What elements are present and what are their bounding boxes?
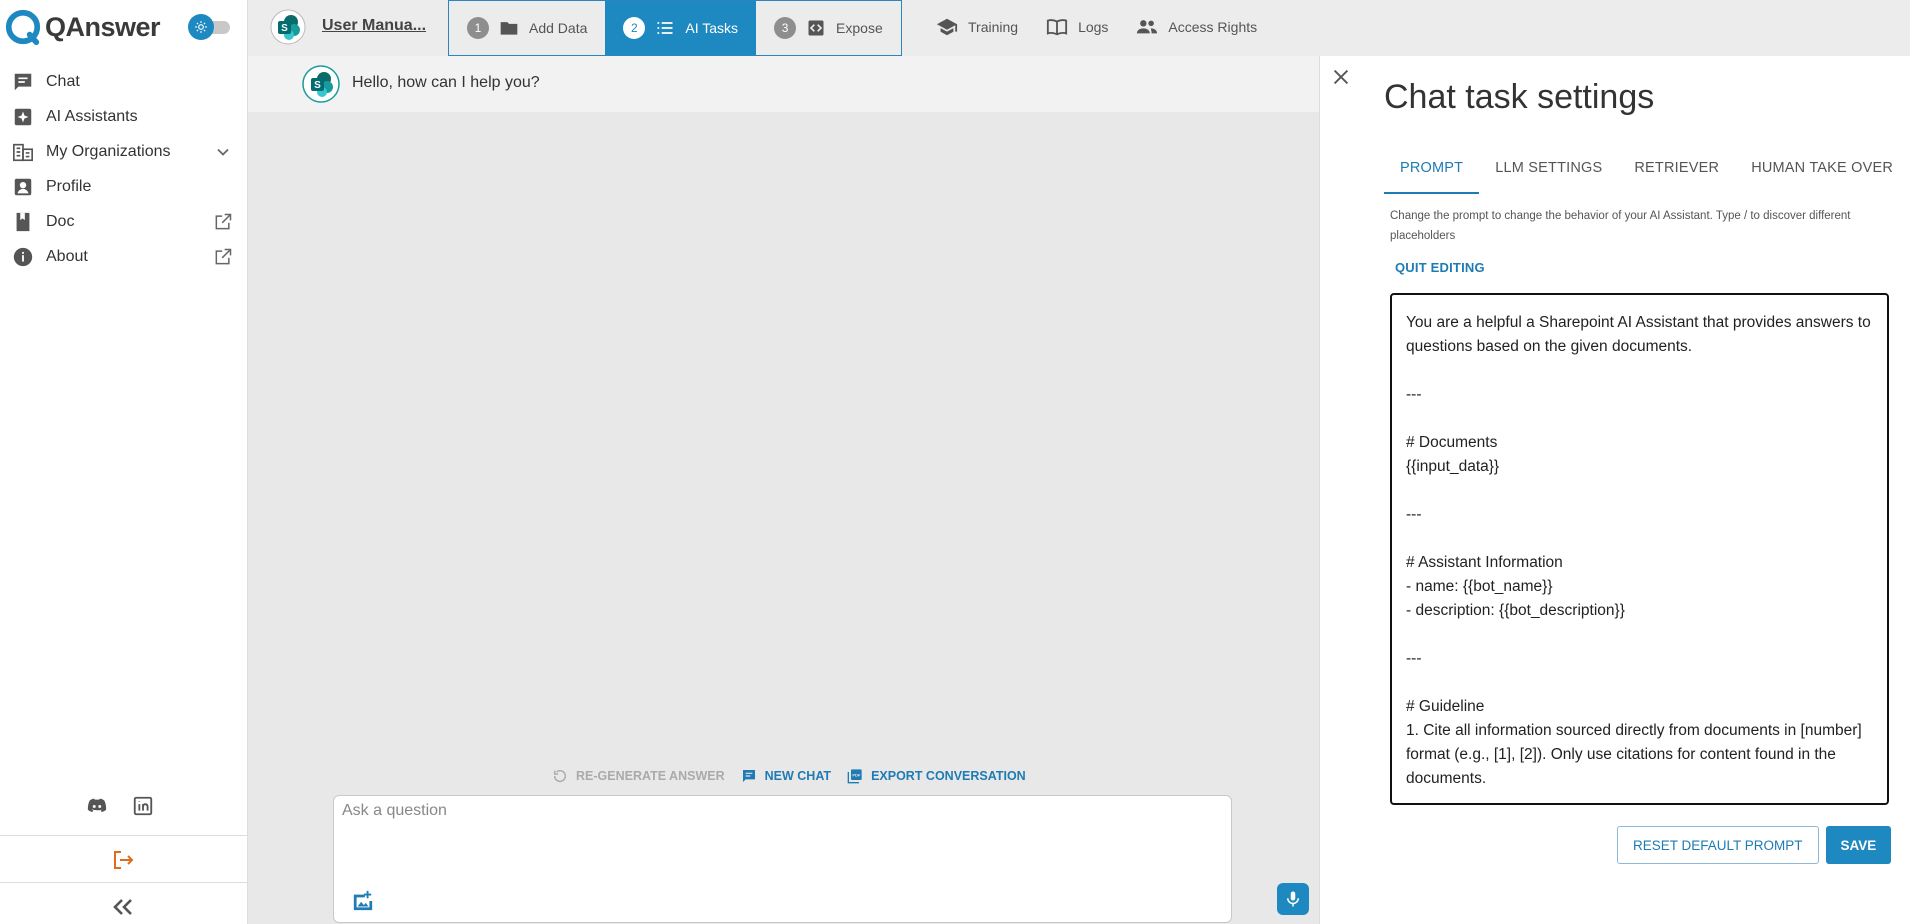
bot-name-link[interactable]: User Manua... bbox=[322, 17, 426, 35]
theme-toggle[interactable] bbox=[188, 14, 232, 40]
sidebar-item-label: Profile bbox=[46, 177, 92, 195]
chat-icon bbox=[741, 768, 757, 784]
microphone-icon bbox=[1284, 890, 1302, 908]
tab-training[interactable]: Training bbox=[922, 0, 1032, 54]
tab-label: Training bbox=[968, 19, 1019, 35]
sidebar-item-label: Doc bbox=[46, 212, 75, 230]
sidebar-divider bbox=[0, 882, 247, 883]
tab-human-take-over[interactable]: HUMAN TAKE OVER bbox=[1735, 156, 1909, 194]
tab-access-rights[interactable]: Access Rights bbox=[1122, 0, 1271, 54]
microphone-button[interactable] bbox=[1277, 883, 1309, 915]
regenerate-label: RE-GENERATE ANSWER bbox=[576, 769, 725, 783]
top-bar: S User Manua... 1 Add Data 2 AI Tasks 3 … bbox=[248, 0, 1910, 56]
step-add-data[interactable]: 1 Add Data bbox=[449, 1, 605, 55]
pdf-icon: PDF bbox=[847, 768, 863, 784]
tab-label: Access Rights bbox=[1168, 19, 1258, 35]
reset-default-prompt-button[interactable]: RESET DEFAULT PROMPT bbox=[1617, 826, 1819, 864]
sidebar-nav: Chat AI Assistants My Organizations Prof… bbox=[0, 64, 247, 274]
sidebar-item-label: AI Assistants bbox=[46, 107, 138, 125]
sidebar-divider bbox=[0, 835, 247, 836]
sidebar-item-profile[interactable]: Profile bbox=[0, 169, 247, 204]
new-chat-button[interactable]: NEW CHAT bbox=[741, 768, 831, 784]
qanswer-logo-icon bbox=[5, 9, 41, 46]
tab-prompt[interactable]: PROMPT bbox=[1384, 156, 1480, 194]
sidebar-item-about[interactable]: About bbox=[0, 239, 247, 274]
discord-icon[interactable] bbox=[86, 795, 108, 817]
social-links bbox=[86, 795, 154, 817]
step-label: Add Data bbox=[529, 20, 588, 36]
profile-icon bbox=[12, 176, 34, 198]
svg-text:S: S bbox=[314, 80, 321, 91]
linkedin-icon[interactable] bbox=[132, 795, 154, 817]
assistant-message: S Hello, how can I help you? bbox=[248, 56, 1319, 112]
organization-icon bbox=[12, 141, 34, 163]
quit-editing-button[interactable]: QUIT EDITING bbox=[1395, 260, 1485, 275]
step-number: 1 bbox=[467, 17, 489, 39]
people-icon bbox=[1136, 16, 1158, 38]
close-icon[interactable] bbox=[1330, 66, 1352, 88]
sidebar-item-label: My Organizations bbox=[46, 142, 171, 160]
graduation-cap-icon bbox=[936, 16, 958, 38]
sidebar-item-label: About bbox=[46, 247, 88, 265]
step-ai-tasks[interactable]: 2 AI Tasks bbox=[605, 1, 757, 55]
add-image-icon[interactable] bbox=[352, 890, 374, 912]
double-chevron-left-icon[interactable] bbox=[110, 896, 136, 918]
list-icon bbox=[655, 18, 675, 38]
chat-task-settings-panel: Chat task settings PROMPT LLM SETTINGS R… bbox=[1319, 56, 1910, 924]
export-conversation-button[interactable]: PDF EXPORT CONVERSATION bbox=[847, 768, 1026, 784]
chat-area: S Hello, how can I help you? RE-GENERATE… bbox=[248, 56, 1319, 924]
chevron-down-icon[interactable] bbox=[213, 142, 233, 162]
svg-text:S: S bbox=[281, 23, 288, 34]
prompt-description: Change the prompt to change the behavior… bbox=[1390, 210, 1851, 242]
tab-label: Logs bbox=[1078, 19, 1109, 35]
top-tabs: Training Logs Access Rights bbox=[922, 0, 1271, 56]
panel-buttons: RESET DEFAULT PROMPT SAVE bbox=[1617, 826, 1892, 864]
tab-llm-settings[interactable]: LLM SETTINGS bbox=[1479, 156, 1618, 194]
sidebar-item-doc[interactable]: Doc bbox=[0, 204, 247, 239]
tab-logs[interactable]: Logs bbox=[1032, 0, 1122, 54]
export-label: EXPORT CONVERSATION bbox=[871, 769, 1026, 783]
workflow-steps: 1 Add Data 2 AI Tasks 3 Expose bbox=[448, 0, 902, 56]
tab-retriever[interactable]: RETRIEVER bbox=[1618, 156, 1735, 194]
sidebar: QAnswer Chat AI Assistants My Organizati… bbox=[0, 0, 248, 924]
sidebar-item-my-organizations[interactable]: My Organizations bbox=[0, 134, 247, 169]
new-chat-label: NEW CHAT bbox=[764, 769, 832, 783]
chat-actions: RE-GENERATE ANSWER NEW CHAT PDF EXPORT C… bbox=[552, 768, 1042, 784]
sidebar-item-chat[interactable]: Chat bbox=[0, 64, 247, 99]
step-number: 2 bbox=[623, 17, 646, 39]
book-icon bbox=[12, 211, 34, 233]
chat-icon bbox=[12, 71, 34, 93]
folder-icon bbox=[499, 18, 519, 38]
step-label: Expose bbox=[836, 20, 883, 36]
prompt-text[interactable]: You are a helpful a Sharepoint AI Assist… bbox=[1406, 311, 1873, 791]
open-external-icon[interactable] bbox=[213, 247, 233, 267]
sidebar-item-label: Chat bbox=[46, 72, 80, 90]
info-icon bbox=[12, 246, 34, 268]
app-logo[interactable]: QAnswer bbox=[4, 8, 161, 46]
step-number: 3 bbox=[774, 17, 797, 39]
sun-icon bbox=[188, 14, 214, 40]
open-external-icon[interactable] bbox=[213, 212, 233, 232]
sharepoint-avatar-icon: S bbox=[302, 65, 340, 103]
sharepoint-avatar-icon[interactable]: S bbox=[270, 9, 306, 45]
greeting-text: Hello, how can I help you? bbox=[352, 74, 540, 91]
regenerate-answer-button[interactable]: RE-GENERATE ANSWER bbox=[552, 768, 725, 784]
sparkle-icon bbox=[12, 106, 34, 128]
panel-title: Chat task settings bbox=[1384, 78, 1655, 116]
settings-tabs: PROMPT LLM SETTINGS RETRIEVER HUMAN TAKE… bbox=[1384, 156, 1909, 194]
code-icon bbox=[806, 18, 826, 38]
svg-text:PDF: PDF bbox=[852, 773, 861, 778]
sidebar-item-ai-assistants[interactable]: AI Assistants bbox=[0, 99, 247, 134]
app-name: QAnswer bbox=[45, 11, 161, 42]
refresh-icon bbox=[552, 768, 568, 784]
step-expose[interactable]: 3 Expose bbox=[756, 1, 901, 55]
question-input[interactable] bbox=[342, 802, 1202, 862]
question-input-box bbox=[333, 795, 1309, 923]
step-label: AI Tasks bbox=[685, 20, 739, 36]
save-button[interactable]: SAVE bbox=[1825, 826, 1892, 864]
logout-icon[interactable] bbox=[111, 848, 135, 872]
prompt-editor[interactable]: You are a helpful a Sharepoint AI Assist… bbox=[1390, 293, 1889, 805]
open-book-icon bbox=[1046, 16, 1068, 38]
